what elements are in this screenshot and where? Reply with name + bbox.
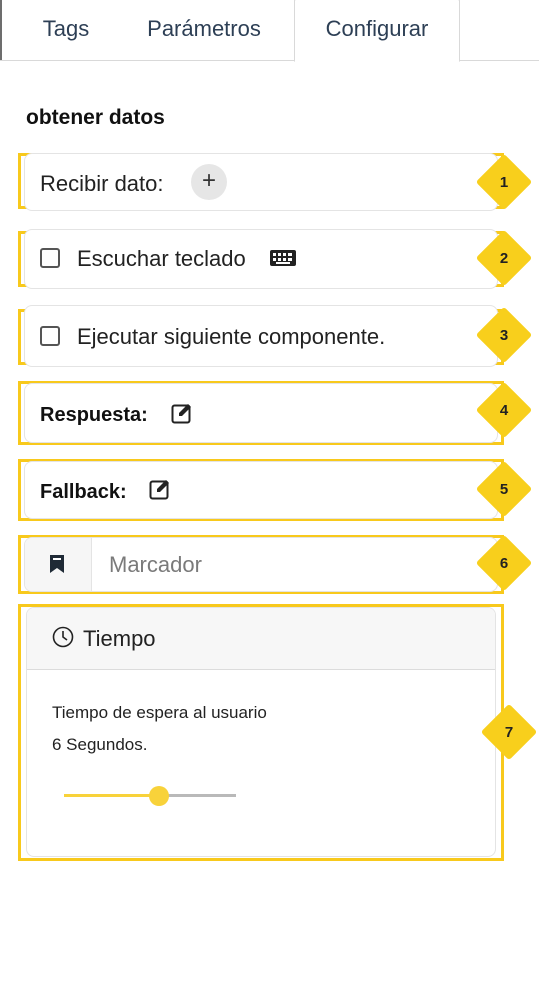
- listen-keyboard-checkbox[interactable]: [40, 248, 60, 268]
- receive-data-label: Recibir dato:: [40, 171, 164, 196]
- wait-time-description: Tiempo de espera al usuario: [52, 703, 267, 722]
- badge-5: 5: [499, 481, 509, 498]
- badge-2: 2: [499, 250, 509, 267]
- badge-6: 6: [499, 555, 509, 572]
- fallback-edit-icon[interactable]: [149, 478, 171, 500]
- slider-fill: [64, 794, 159, 797]
- response-label: Respuesta:: [40, 404, 148, 426]
- badge-7: 7: [504, 724, 514, 741]
- response-edit-icon[interactable]: [171, 402, 193, 424]
- badge-3: 3: [499, 327, 509, 344]
- wait-time-value: 6 Segundos.: [52, 735, 148, 754]
- badge-4: 4: [499, 402, 509, 419]
- keyboard-icon: [270, 250, 296, 266]
- slider-thumb[interactable]: [148, 786, 169, 806]
- marker-input[interactable]: Marcador: [109, 552, 202, 578]
- run-next-label: Ejecutar siguiente componente.: [77, 324, 386, 349]
- wait-time-slider[interactable]: [64, 786, 236, 806]
- run-next-checkbox[interactable]: [40, 326, 60, 346]
- clock-icon: [52, 626, 74, 648]
- section-title: obtener datos: [26, 106, 165, 129]
- tab-bar-left-border: [0, 0, 2, 60]
- add-data-button[interactable]: +: [191, 164, 227, 200]
- badge-1: 1: [499, 174, 509, 191]
- time-card-title: Tiempo: [83, 626, 156, 651]
- tab-configurar[interactable]: Configurar: [294, 0, 460, 62]
- bookmark-icon: [49, 554, 65, 574]
- fallback-label: Fallback:: [40, 481, 127, 503]
- tab-tags[interactable]: Tags: [20, 0, 112, 60]
- tab-parametros[interactable]: Parámetros: [128, 0, 280, 60]
- listen-keyboard-label: Escuchar teclado: [77, 246, 246, 271]
- marker-input-group: [24, 537, 498, 592]
